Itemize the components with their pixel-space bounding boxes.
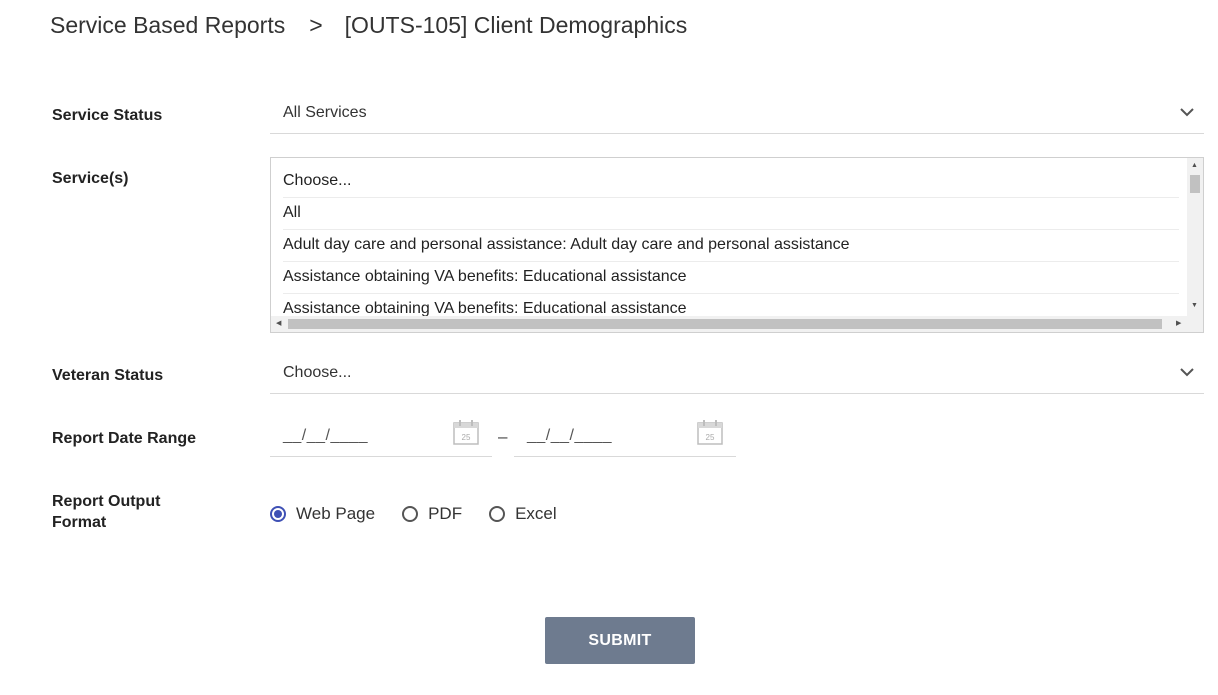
veteran-status-label: Veteran Status bbox=[52, 367, 164, 384]
submit-button[interactable]: SUBMIT bbox=[545, 617, 695, 664]
radio-web-page[interactable]: Web Page bbox=[270, 504, 375, 524]
scroll-down-icon[interactable]: ▼ bbox=[1191, 302, 1198, 310]
chevron-down-icon bbox=[1180, 108, 1194, 117]
radio-excel[interactable]: Excel bbox=[489, 504, 557, 524]
output-format-label: Report Output Format bbox=[52, 491, 160, 533]
services-label: Service(s) bbox=[52, 170, 129, 187]
start-date-field[interactable]: __/__/____ 25 bbox=[270, 416, 492, 457]
service-status-value: All Services bbox=[283, 104, 367, 121]
radio-label: Excel bbox=[515, 504, 557, 523]
service-status-select[interactable]: All Services bbox=[270, 91, 1204, 134]
radio-unselected-icon[interactable] bbox=[489, 506, 506, 522]
chevron-down-icon bbox=[1180, 368, 1194, 377]
radio-pdf[interactable]: PDF bbox=[402, 504, 462, 524]
breadcrumb-separator: > bbox=[309, 12, 323, 38]
radio-unselected-icon[interactable] bbox=[402, 506, 419, 522]
output-format-label-line2: Format bbox=[52, 514, 107, 531]
radio-label: Web Page bbox=[296, 504, 376, 523]
services-option[interactable]: Choose... bbox=[283, 165, 1179, 198]
veteran-status-select[interactable]: Choose... bbox=[270, 351, 1204, 394]
calendar-icon[interactable]: 25 bbox=[452, 418, 480, 446]
vertical-scroll-thumb[interactable] bbox=[1190, 175, 1200, 193]
calendar-day: 25 bbox=[706, 433, 715, 442]
services-option[interactable]: Adult day care and personal assistance: … bbox=[283, 229, 1179, 262]
page-title: [OUTS-105] Client Demographics bbox=[344, 12, 688, 38]
output-format-label-line1: Report Output bbox=[52, 493, 161, 510]
services-option[interactable]: Assistance obtaining VA benefits: Educat… bbox=[283, 261, 1179, 294]
scroll-left-icon[interactable]: ◀ bbox=[276, 320, 281, 328]
calendar-icon[interactable]: 25 bbox=[696, 418, 724, 446]
end-date-value: __/__/____ bbox=[527, 427, 613, 444]
breadcrumb: Service Based Reports > [OUTS-105] Client … bbox=[50, 12, 687, 39]
breadcrumb-parent[interactable]: Service Based Reports bbox=[50, 12, 285, 38]
start-date-value: __/__/____ bbox=[283, 427, 369, 444]
radio-selected-icon[interactable] bbox=[270, 506, 286, 522]
veteran-status-value: Choose... bbox=[283, 364, 352, 381]
horizontal-scrollbar[interactable]: ◀ ▶ bbox=[271, 316, 1203, 332]
horizontal-scroll-thumb[interactable] bbox=[288, 319, 1162, 329]
service-status-label: Service Status bbox=[52, 107, 163, 124]
date-range-separator: – bbox=[498, 427, 508, 446]
services-option[interactable]: All bbox=[283, 197, 1179, 230]
radio-label: PDF bbox=[428, 504, 463, 523]
calendar-day: 25 bbox=[462, 433, 471, 442]
end-date-field[interactable]: __/__/____ 25 bbox=[514, 416, 736, 457]
services-listbox[interactable]: Choose... All Adult day care and persona… bbox=[270, 157, 1204, 333]
date-range-label: Report Date Range bbox=[52, 430, 197, 447]
scroll-right-icon[interactable]: ▶ bbox=[1176, 320, 1181, 328]
scroll-up-icon[interactable]: ▲ bbox=[1191, 162, 1198, 170]
vertical-scrollbar[interactable]: ▲ ▼ bbox=[1187, 158, 1203, 316]
output-format-radio-group: Web Page PDF Excel bbox=[270, 504, 584, 524]
